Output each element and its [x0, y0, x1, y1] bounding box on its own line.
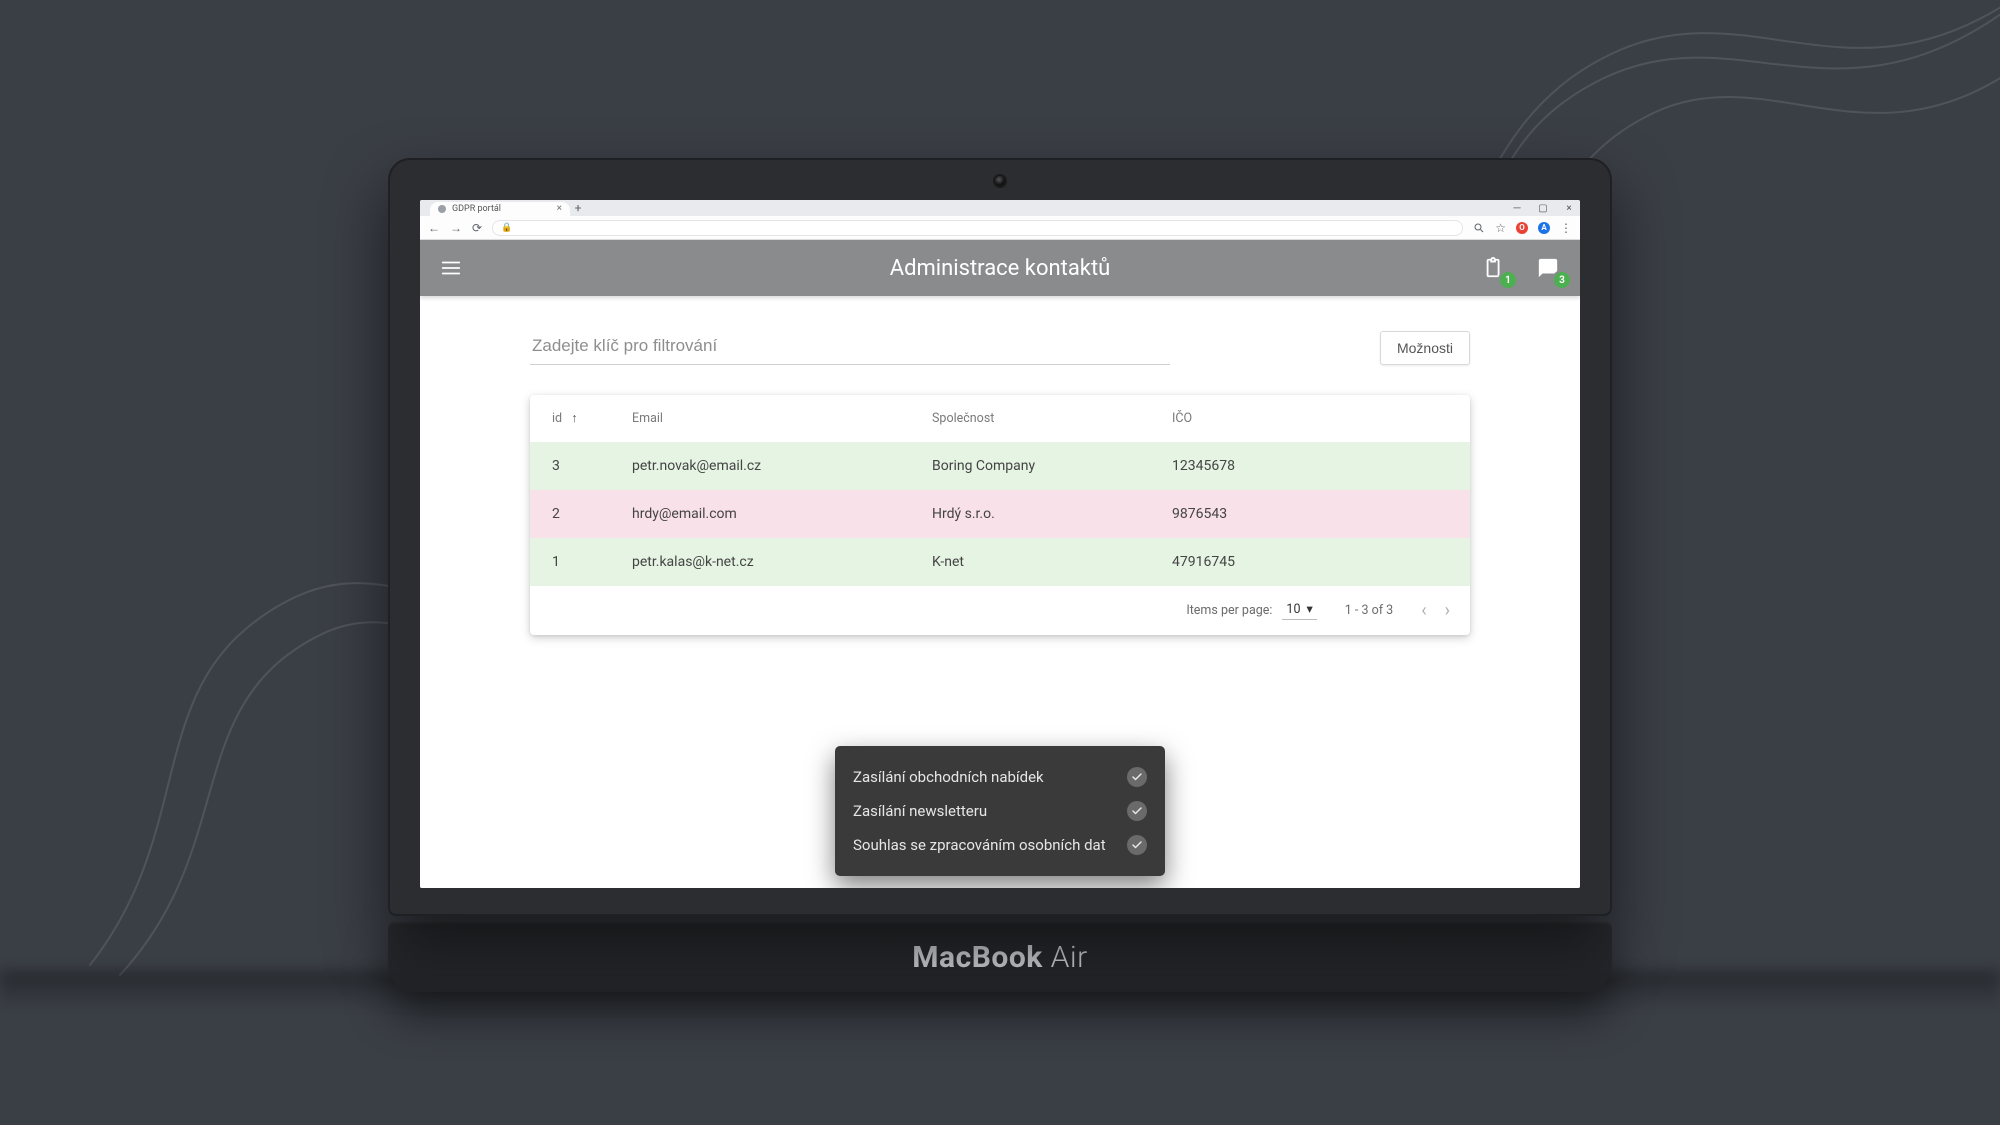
window-maximize-icon[interactable]: ▢ [1536, 203, 1550, 214]
cell-id: 3 [530, 442, 620, 490]
consent-item: Zasílání newsletteru [853, 794, 1147, 828]
cell-company: Hrdý s.r.o. [920, 490, 1160, 538]
star-icon[interactable]: ☆ [1495, 221, 1506, 235]
laptop-base: MacBook Air [388, 922, 1612, 992]
window-close-icon[interactable]: × [1562, 203, 1576, 214]
chat-button[interactable]: 3 [1534, 254, 1562, 282]
check-circle-icon [1127, 835, 1147, 855]
favicon [438, 205, 446, 213]
window-titlebar: GDPR portál × + ─ ▢ × [420, 200, 1580, 216]
clipboard-button[interactable]: 1 [1480, 254, 1508, 282]
app-header: Administrace kontaktů 1 3 [420, 240, 1580, 296]
search-icon[interactable] [1473, 222, 1485, 234]
check-circle-icon [1127, 801, 1147, 821]
sort-asc-icon: ↑ [571, 411, 577, 426]
new-tab-button[interactable]: + [570, 200, 586, 216]
cell-company: Boring Company [920, 442, 1160, 490]
chevron-down-icon: ▾ [1306, 601, 1312, 617]
cell-email: hrdy@email.com [620, 490, 920, 538]
filter-input[interactable] [530, 330, 1170, 365]
tab-title: GDPR portál [452, 204, 501, 214]
next-page-button[interactable]: › [1445, 600, 1450, 621]
nav-back-icon[interactable]: ← [428, 221, 440, 235]
laptop-mockup: GDPR portál × + ─ ▢ × ← → ⟳ 🔒 [388, 158, 1612, 992]
consent-label: Zasílání newsletteru [853, 802, 987, 820]
consent-label: Zasílání obchodních nabídek [853, 768, 1044, 786]
check-circle-icon [1127, 767, 1147, 787]
cell-company: K-net [920, 538, 1160, 586]
page-title: Administrace kontaktů [890, 256, 1111, 281]
clipboard-badge: 1 [1500, 272, 1516, 288]
prev-page-button[interactable]: ‹ [1421, 600, 1426, 621]
tab-close-icon[interactable]: × [557, 204, 562, 214]
items-per-page-value: 10 [1286, 602, 1300, 617]
range-label: 1 - 3 of 3 [1345, 603, 1393, 618]
address-bar[interactable]: 🔒 [492, 220, 1463, 236]
profile-avatar[interactable]: A [1538, 222, 1550, 234]
paginator: Items per page: 10 ▾ 1 - 3 of 3 ‹ › [530, 586, 1470, 635]
cell-ico: 12345678 [1160, 442, 1470, 490]
consent-item: Souhlas se zpracováním osobních dat [853, 828, 1147, 862]
column-header-company[interactable]: Společnost [920, 395, 1160, 442]
nav-forward-icon[interactable]: → [450, 221, 462, 235]
consent-popover: Zasílání obchodních nabídek Zasílání news… [835, 746, 1165, 876]
cell-email: petr.novak@email.cz [620, 442, 920, 490]
cell-email: petr.kalas@k-net.cz [620, 538, 920, 586]
column-header-id[interactable]: id ↑ [530, 395, 620, 442]
items-per-page-label: Items per page: [1186, 603, 1272, 618]
cell-ico: 47916745 [1160, 538, 1470, 586]
contacts-table-card: id ↑ Email Společnost IČO 3petr.novak@em… [530, 395, 1470, 635]
screen: GDPR portál × + ─ ▢ × ← → ⟳ 🔒 [420, 200, 1580, 888]
table-row[interactable]: 3petr.novak@email.czBoring Company123456… [530, 442, 1470, 490]
browser-menu-icon[interactable]: ⋮ [1560, 221, 1572, 235]
table-row[interactable]: 2hrdy@email.comHrdý s.r.o.9876543 [530, 490, 1470, 538]
cell-ico: 9876543 [1160, 490, 1470, 538]
consent-item: Zasílání obchodních nabídek [853, 760, 1147, 794]
chat-badge: 3 [1554, 272, 1570, 288]
column-header-email[interactable]: Email [620, 395, 920, 442]
items-per-page-select[interactable]: 10 ▾ [1282, 601, 1316, 620]
options-button[interactable]: Možnosti [1380, 331, 1470, 365]
nav-reload-icon[interactable]: ⟳ [472, 221, 482, 235]
table-row[interactable]: 1petr.kalas@k-net.czK-net47916745 [530, 538, 1470, 586]
cell-id: 2 [530, 490, 620, 538]
lock-icon: 🔒 [501, 223, 512, 233]
column-label: id [552, 411, 562, 426]
camera-dot [995, 176, 1005, 186]
extension-badge[interactable]: O [1516, 222, 1528, 234]
device-brand: MacBook Air [912, 940, 1087, 975]
consent-label: Souhlas se zpracováním osobních dat [853, 836, 1106, 854]
browser-tab[interactable]: GDPR portál × [430, 202, 570, 216]
browser-toolbar: ← → ⟳ 🔒 ☆ O A ⋮ [420, 216, 1580, 240]
window-minimize-icon[interactable]: ─ [1510, 203, 1524, 214]
cell-id: 1 [530, 538, 620, 586]
contacts-table: id ↑ Email Společnost IČO 3petr.novak@em… [530, 395, 1470, 586]
menu-button[interactable] [438, 255, 464, 281]
column-header-ico[interactable]: IČO [1160, 395, 1470, 442]
